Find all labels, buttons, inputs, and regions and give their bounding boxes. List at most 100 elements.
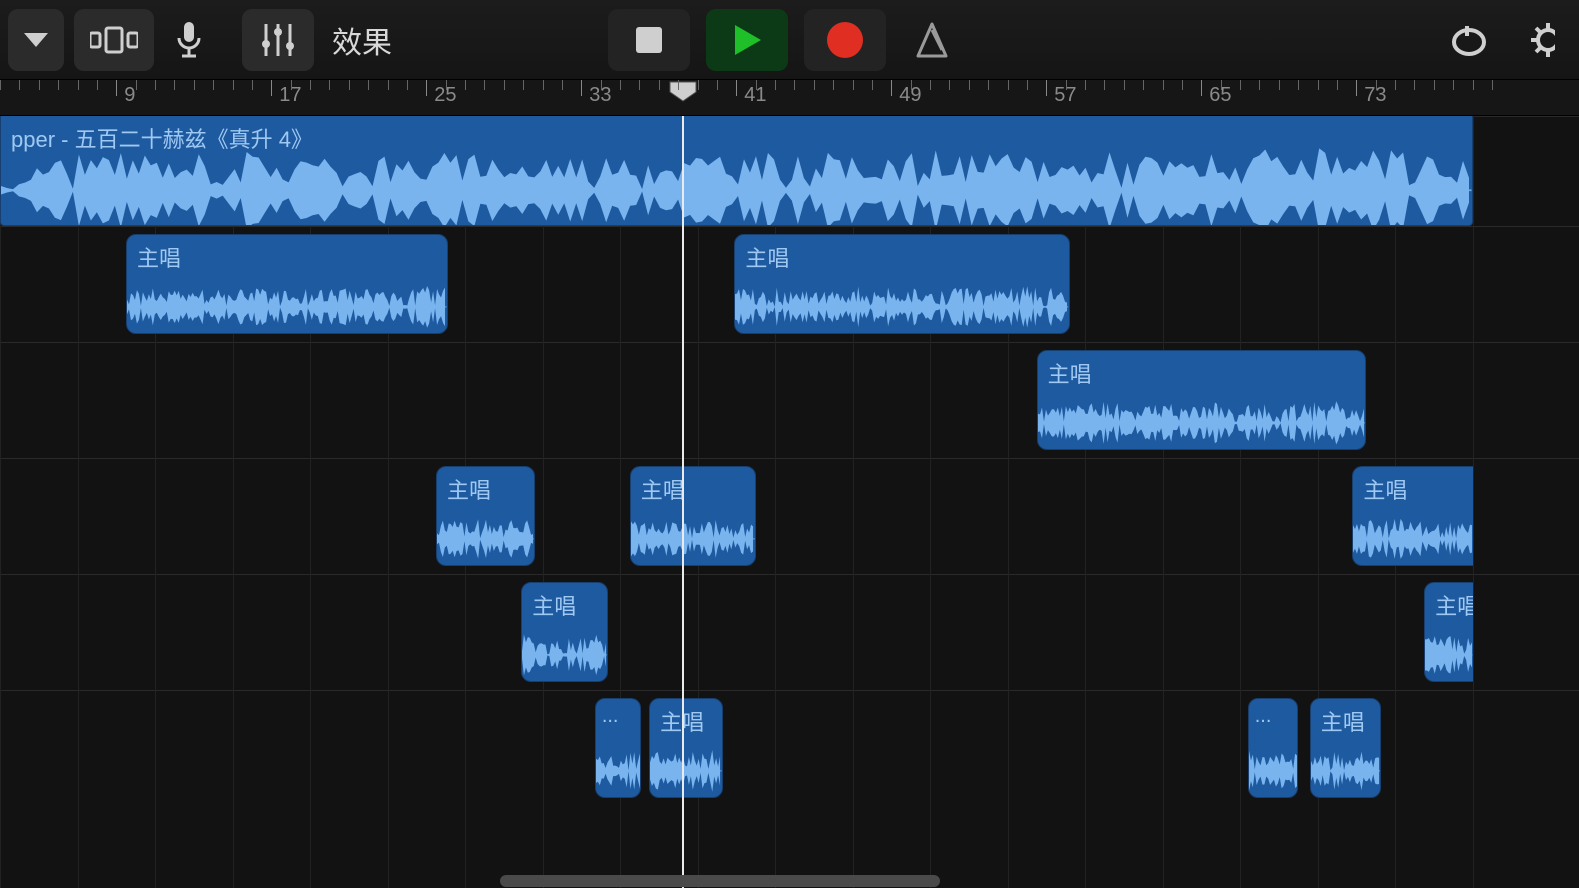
ruler-tick xyxy=(1046,80,1047,96)
ruler-tick xyxy=(775,80,776,90)
view-layout-button[interactable] xyxy=(74,9,154,71)
ruler-tick xyxy=(1395,80,1396,90)
ruler-tick xyxy=(814,80,815,90)
waveform-icon xyxy=(1311,725,1381,798)
audio-region[interactable]: 主唱 xyxy=(734,234,1069,334)
ruler-tick xyxy=(58,80,59,90)
ruler-tick xyxy=(1337,80,1338,90)
ruler-tick xyxy=(368,80,369,90)
fx-button[interactable]: 效果 xyxy=(324,9,400,71)
audio-region[interactable]: 主唱 xyxy=(126,234,448,334)
playhead-marker[interactable] xyxy=(668,80,698,102)
ruler-tick xyxy=(1240,80,1241,90)
tracks-area[interactable]: pper - 五百二十赫兹《真升 4》主唱主唱主唱主唱主唱主唱主唱主唱...主唱… xyxy=(0,116,1579,888)
ruler-tick xyxy=(678,80,679,90)
timeline-ruler[interactable]: 91725334149576573 xyxy=(0,80,1579,116)
loop-button[interactable] xyxy=(1441,9,1497,71)
record-button[interactable] xyxy=(804,9,886,71)
audio-region[interactable]: ... xyxy=(595,698,642,798)
metronome-button[interactable] xyxy=(902,9,962,71)
scroll-thumb[interactable] xyxy=(500,875,940,887)
ruler-tick xyxy=(310,80,311,90)
ruler-tick xyxy=(446,80,447,90)
play-button[interactable] xyxy=(706,9,788,71)
ruler-tick xyxy=(484,80,485,90)
ruler-tick xyxy=(736,80,737,96)
ruler-tick xyxy=(1163,80,1164,90)
ruler-tick xyxy=(155,80,156,90)
waveform-icon xyxy=(522,609,607,682)
audio-region[interactable]: 主唱 xyxy=(521,582,608,682)
fx-label: 效果 xyxy=(332,18,392,62)
ruler-tick xyxy=(872,80,873,90)
sliders-icon xyxy=(260,20,296,60)
audio-region[interactable]: 主唱 xyxy=(649,698,723,798)
audio-region[interactable]: 主唱 xyxy=(1352,466,1472,566)
audio-region[interactable]: 主唱 xyxy=(630,466,756,566)
audio-region[interactable]: pper - 五百二十赫兹《真升 4》 xyxy=(0,116,1473,226)
ruler-tick xyxy=(1182,80,1183,90)
ruler-tick xyxy=(1279,80,1280,90)
waveform-icon xyxy=(1,132,1472,226)
grid-line xyxy=(930,116,931,888)
ruler-tick xyxy=(1201,80,1202,96)
waveform-icon xyxy=(1425,609,1472,682)
ruler-tick xyxy=(543,80,544,90)
ruler-tick xyxy=(756,80,757,90)
ruler-tick xyxy=(388,80,389,90)
stop-button[interactable] xyxy=(608,9,690,71)
waveform-icon xyxy=(437,493,534,566)
horizontal-scrollbar[interactable] xyxy=(0,874,1579,888)
grid-line xyxy=(1473,116,1474,888)
ruler-tick xyxy=(717,80,718,90)
gear-icon xyxy=(1525,20,1555,60)
ruler-tick xyxy=(988,80,989,90)
ruler-tick xyxy=(233,80,234,90)
grid-line xyxy=(1163,116,1164,888)
track-row xyxy=(0,458,1579,574)
audio-region[interactable]: 主唱 xyxy=(1424,582,1472,682)
ruler-tick xyxy=(271,80,272,96)
waveform-icon xyxy=(127,261,447,334)
grid-line xyxy=(1240,116,1241,888)
ruler-tick xyxy=(1027,80,1028,90)
grid-line xyxy=(233,116,234,888)
mic-button[interactable] xyxy=(164,9,214,71)
ruler-tick xyxy=(1376,80,1377,90)
ruler-tick xyxy=(426,80,427,96)
ruler-tick xyxy=(1104,80,1105,90)
ruler-tick xyxy=(1085,80,1086,90)
audio-region[interactable]: 主唱 xyxy=(436,466,535,566)
ruler-tick xyxy=(891,80,892,96)
dropdown-button[interactable] xyxy=(8,9,64,71)
waveform-icon xyxy=(1038,377,1365,450)
ruler-tick xyxy=(1066,80,1067,90)
waveform-icon xyxy=(1353,493,1472,566)
grid-line xyxy=(155,116,156,888)
layout-icon xyxy=(90,25,138,55)
settings-button[interactable] xyxy=(1517,9,1563,71)
waveform-icon xyxy=(735,261,1068,334)
ruler-tick xyxy=(1434,80,1435,90)
ruler-tick xyxy=(562,80,563,90)
audio-region[interactable]: 主唱 xyxy=(1310,698,1382,798)
metronome-icon xyxy=(912,20,952,60)
record-icon xyxy=(825,20,865,60)
audio-region[interactable]: 主唱 xyxy=(1037,350,1366,450)
grid-line xyxy=(78,116,79,888)
ruler-tick xyxy=(698,80,699,90)
ruler-tick xyxy=(0,80,1,90)
track-controls-button[interactable] xyxy=(242,9,314,71)
audio-region[interactable]: ... xyxy=(1248,698,1298,798)
ruler-number: 9 xyxy=(124,84,135,107)
loop-icon xyxy=(1449,20,1489,60)
ruler-tick xyxy=(911,80,912,90)
ruler-tick xyxy=(1473,80,1474,90)
grid-line xyxy=(853,116,854,888)
ruler-tick xyxy=(794,80,795,90)
ruler-tick xyxy=(1318,80,1319,90)
ruler-tick xyxy=(252,80,253,90)
stop-icon xyxy=(634,25,664,55)
ruler-tick xyxy=(116,80,117,96)
waveform-icon xyxy=(631,493,755,566)
